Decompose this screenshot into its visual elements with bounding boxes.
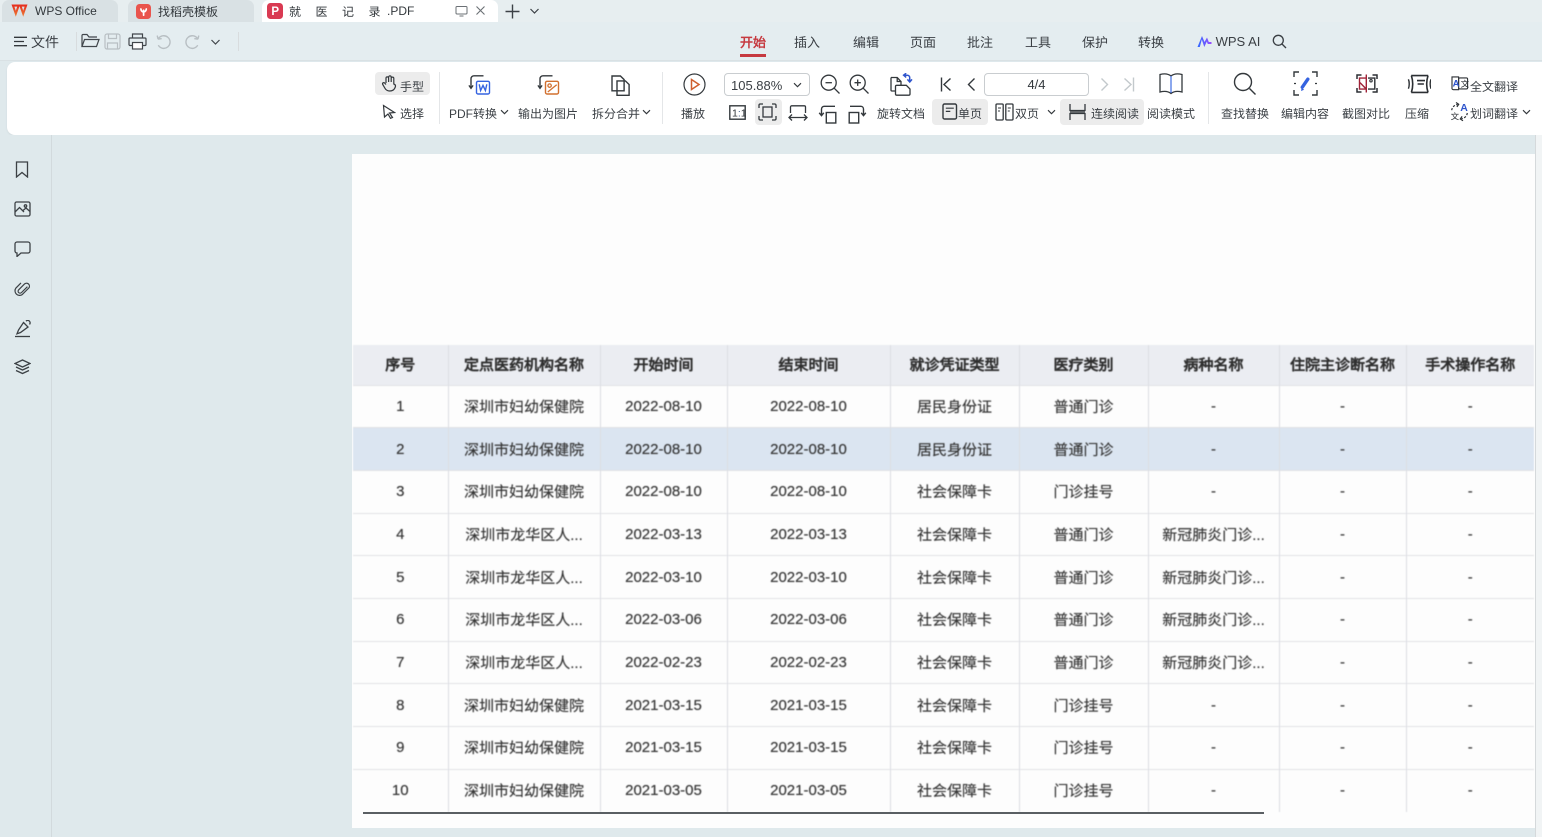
- svg-text:文: 文: [1451, 111, 1460, 122]
- svg-text:文: 文: [1461, 78, 1469, 90]
- svg-text:1:1: 1:1: [732, 108, 746, 120]
- svg-text:A: A: [1460, 102, 1468, 114]
- svg-text:A: A: [1453, 78, 1460, 89]
- svg-text:P: P: [271, 6, 279, 18]
